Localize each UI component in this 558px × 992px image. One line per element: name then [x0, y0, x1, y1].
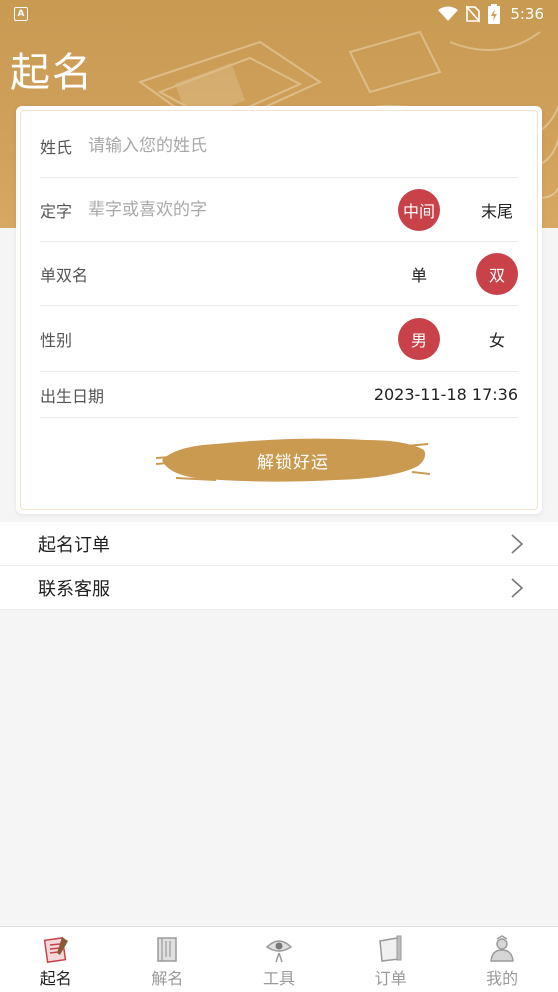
naming-orders-label: 起名订单: [38, 534, 110, 556]
female-button[interactable]: 女: [476, 318, 518, 360]
gender-label: 性别: [40, 330, 73, 350]
naming-form-card: 姓氏 定字 中间 末尾 单双名 单 双 性别 男 女 出生日期 2023-11-…: [16, 106, 542, 514]
single-name-button[interactable]: 单: [398, 253, 440, 295]
bottom-navigation: 起名 解名 工具 订单 我的: [0, 926, 558, 992]
customer-service-label: 联系客服: [38, 578, 110, 600]
naming-orders-item[interactable]: 起名订单: [0, 522, 558, 566]
birth-date-value[interactable]: 2023-11-18 17:36: [374, 385, 518, 404]
position-middle-button[interactable]: 中间: [398, 188, 440, 231]
no-sim-icon: [466, 5, 481, 23]
notification-icon: A: [14, 7, 28, 21]
nav-label-tools: 工具: [262, 969, 295, 988]
nav-label-naming: 起名: [39, 969, 72, 988]
nav-label-profile: 我的: [486, 969, 519, 988]
wifi-icon: [438, 6, 459, 21]
birth-date-label: 出生日期: [40, 386, 105, 406]
surname-input[interactable]: [88, 135, 329, 156]
double-name-button[interactable]: 双: [476, 252, 518, 295]
gender-row: 性别 男 女: [40, 306, 518, 372]
nav-tab-interpret[interactable]: 解名: [112, 927, 224, 992]
status-time: 5:36: [510, 5, 544, 23]
battery-charging-icon: [488, 4, 501, 24]
nav-label-orders: 订单: [374, 969, 407, 988]
fixed-char-row: 定字 中间 末尾: [40, 178, 518, 242]
nav-tab-naming[interactable]: 起名: [0, 927, 112, 992]
chevron-right-icon: [511, 533, 524, 554]
unlock-luck-button[interactable]: 解锁好运: [156, 432, 430, 488]
name-length-row: 单双名 单 双: [40, 242, 518, 306]
position-end-button[interactable]: 末尾: [476, 189, 518, 231]
nav-tab-orders[interactable]: 订单: [335, 927, 447, 992]
scroll-icon: [378, 935, 402, 962]
fixed-char-input[interactable]: [88, 199, 329, 220]
book-icon: [157, 937, 178, 962]
menu-list: 起名订单 联系客服: [0, 522, 558, 610]
page-title: 起名: [10, 50, 94, 96]
nav-tab-tools[interactable]: 工具: [223, 927, 335, 992]
gender-options: 男 女: [362, 317, 518, 360]
fixed-char-position-options: 中间 末尾: [362, 188, 518, 231]
unlock-luck-label: 解锁好运: [257, 452, 329, 473]
birth-date-row[interactable]: 出生日期 2023-11-18 17:36: [40, 372, 518, 418]
chevron-right-icon: [511, 577, 524, 598]
surname-label: 姓氏: [40, 137, 73, 157]
fixed-char-label: 定字: [40, 201, 73, 221]
naming-icon: [43, 937, 68, 963]
male-button[interactable]: 男: [398, 317, 440, 360]
name-length-label: 单双名: [40, 265, 89, 285]
nav-tab-profile[interactable]: 我的: [446, 927, 558, 992]
profile-icon: [490, 935, 514, 962]
name-length-options: 单 双: [362, 252, 518, 295]
customer-service-item[interactable]: 联系客服: [0, 566, 558, 610]
status-bar: A 5:36: [0, 0, 558, 28]
eye-fan-icon: [265, 940, 293, 963]
surname-row: 姓氏: [40, 114, 518, 178]
nav-label-interpret: 解名: [151, 969, 184, 988]
